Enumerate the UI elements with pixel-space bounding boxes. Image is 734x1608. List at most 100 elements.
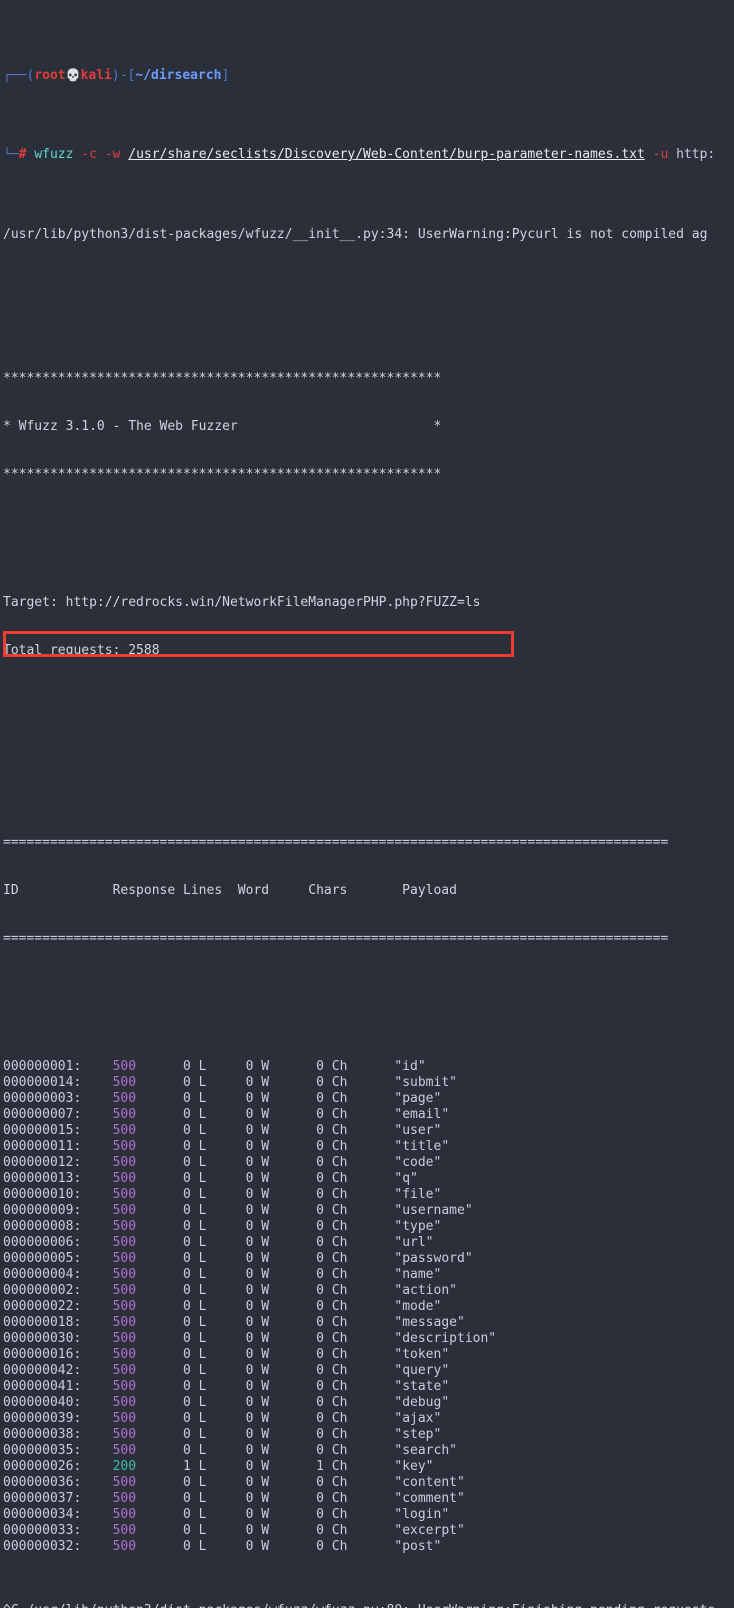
row-lines: 0 L (159, 1171, 223, 1186)
row-payload: "mode" (394, 1299, 442, 1314)
row-lines: 0 L (159, 1283, 223, 1298)
table-rule-mid: ========================================… (3, 931, 669, 946)
row-response: 500 (89, 1363, 160, 1378)
row-chars: 0 Ch (292, 1091, 395, 1106)
prompt-path: ~/dirsearch (135, 68, 222, 83)
row-chars: 0 Ch (292, 1123, 395, 1138)
table-row: 000000001: 500 0 L 0 W 0 Ch "id" (3, 1059, 734, 1075)
row-response: 500 (89, 1075, 160, 1090)
table-row: 000000039: 500 0 L 0 W 0 Ch "ajax" (3, 1411, 734, 1427)
row-id: 000000003: (3, 1091, 90, 1106)
table-rule-top: ========================================… (3, 835, 669, 850)
table-row: 000000036: 500 0 L 0 W 0 Ch "content" (3, 1475, 734, 1491)
row-payload: "code" (394, 1155, 442, 1170)
row-id: 000000014: (3, 1075, 90, 1090)
table-row: 000000033: 500 0 L 0 W 0 Ch "excerpt" (3, 1523, 734, 1539)
row-payload: "id" (394, 1059, 426, 1074)
row-word: 0 W (222, 1283, 293, 1298)
row-payload: "title" (394, 1139, 450, 1154)
row-response: 500 (89, 1347, 160, 1362)
row-payload: "file" (394, 1187, 442, 1202)
row-id: 000000009: (3, 1203, 90, 1218)
skull-icon: 💀 (65, 68, 81, 82)
row-response: 500 (89, 1123, 160, 1138)
table-row: 000000008: 500 0 L 0 W 0 Ch "type" (3, 1219, 734, 1235)
table-row: 000000002: 500 0 L 0 W 0 Ch "action" (3, 1283, 734, 1299)
target-line: Target: http://redrocks.win/NetworkFileM… (3, 595, 481, 610)
row-word: 0 W (222, 1219, 293, 1234)
row-id: 000000013: (3, 1171, 90, 1186)
row-lines: 0 L (159, 1443, 223, 1458)
row-chars: 0 Ch (292, 1507, 395, 1522)
row-id: 000000012: (3, 1155, 90, 1170)
table-row: 000000041: 500 0 L 0 W 0 Ch "state" (3, 1379, 734, 1395)
row-id: 000000016: (3, 1347, 90, 1362)
prompt-branch-top: ┌──( (3, 68, 35, 83)
row-lines: 0 L (159, 1475, 223, 1490)
row-word: 0 W (222, 1059, 293, 1074)
table-row: 000000038: 500 0 L 0 W 0 Ch "step" (3, 1427, 734, 1443)
row-lines: 0 L (159, 1299, 223, 1314)
row-payload: "comment" (394, 1491, 465, 1506)
row-response: 500 (89, 1315, 160, 1330)
row-response: 200 (89, 1459, 160, 1474)
row-word: 0 W (222, 1443, 293, 1458)
row-id: 000000036: (3, 1475, 90, 1490)
row-payload: "search" (394, 1443, 457, 1458)
row-payload: "login" (394, 1507, 450, 1522)
table-row: 000000007: 500 0 L 0 W 0 Ch "email" (3, 1107, 734, 1123)
row-id: 000000038: (3, 1427, 90, 1442)
row-id: 000000037: (3, 1491, 90, 1506)
row-payload: "q" (394, 1171, 418, 1186)
table-row: 000000006: 500 0 L 0 W 0 Ch "url" (3, 1235, 734, 1251)
table-row: 000000026: 200 1 L 0 W 1 Ch "key" (3, 1459, 734, 1475)
row-chars: 0 Ch (292, 1267, 395, 1282)
row-id: 000000011: (3, 1139, 90, 1154)
table-row: 000000011: 500 0 L 0 W 0 Ch "title" (3, 1139, 734, 1155)
row-payload: "email" (394, 1107, 450, 1122)
row-response: 500 (89, 1379, 160, 1394)
row-lines: 0 L (159, 1411, 223, 1426)
row-chars: 0 Ch (292, 1475, 395, 1490)
table-row: 000000010: 500 0 L 0 W 0 Ch "file" (3, 1187, 734, 1203)
command-line[interactable]: └─# wfuzz -c -w /usr/share/seclists/Disc… (3, 147, 734, 163)
row-id: 000000008: (3, 1219, 90, 1234)
row-id: 000000006: (3, 1235, 90, 1250)
row-word: 0 W (222, 1475, 293, 1490)
row-payload: "type" (394, 1219, 442, 1234)
table-row: 000000015: 500 0 L 0 W 0 Ch "user" (3, 1123, 734, 1139)
row-response: 500 (89, 1251, 160, 1266)
row-chars: 0 Ch (292, 1059, 395, 1074)
row-word: 0 W (222, 1395, 293, 1410)
table-row: 000000032: 500 0 L 0 W 0 Ch "post" (3, 1539, 734, 1555)
row-word: 0 W (222, 1155, 293, 1170)
row-lines: 0 L (159, 1155, 223, 1170)
table-row: 000000037: 500 0 L 0 W 0 Ch "comment" (3, 1491, 734, 1507)
row-chars: 0 Ch (292, 1539, 395, 1554)
row-payload: "query" (394, 1363, 450, 1378)
row-payload: "page" (394, 1091, 442, 1106)
row-lines: 0 L (159, 1219, 223, 1234)
table-row: 000000003: 500 0 L 0 W 0 Ch "page" (3, 1091, 734, 1107)
row-chars: 0 Ch (292, 1347, 395, 1362)
row-word: 0 W (222, 1459, 293, 1474)
row-response: 500 (89, 1235, 160, 1250)
row-chars: 0 Ch (292, 1203, 395, 1218)
row-id: 000000030: (3, 1331, 90, 1346)
table-row: 000000040: 500 0 L 0 W 0 Ch "debug" (3, 1395, 734, 1411)
row-lines: 0 L (159, 1235, 223, 1250)
row-payload: "name" (394, 1267, 442, 1282)
warning-line: /usr/lib/python3/dist-packages/wfuzz/__i… (3, 227, 708, 242)
row-chars: 0 Ch (292, 1395, 395, 1410)
row-chars: 0 Ch (292, 1379, 395, 1394)
row-id: 000000032: (3, 1539, 90, 1554)
row-id: 000000001: (3, 1059, 90, 1074)
row-response: 500 (89, 1091, 160, 1106)
row-payload: "excerpt" (394, 1523, 465, 1538)
row-payload: "user" (394, 1123, 442, 1138)
banner-title: * Wfuzz 3.1.0 - The Web Fuzzer * (3, 419, 442, 434)
row-word: 0 W (222, 1491, 293, 1506)
